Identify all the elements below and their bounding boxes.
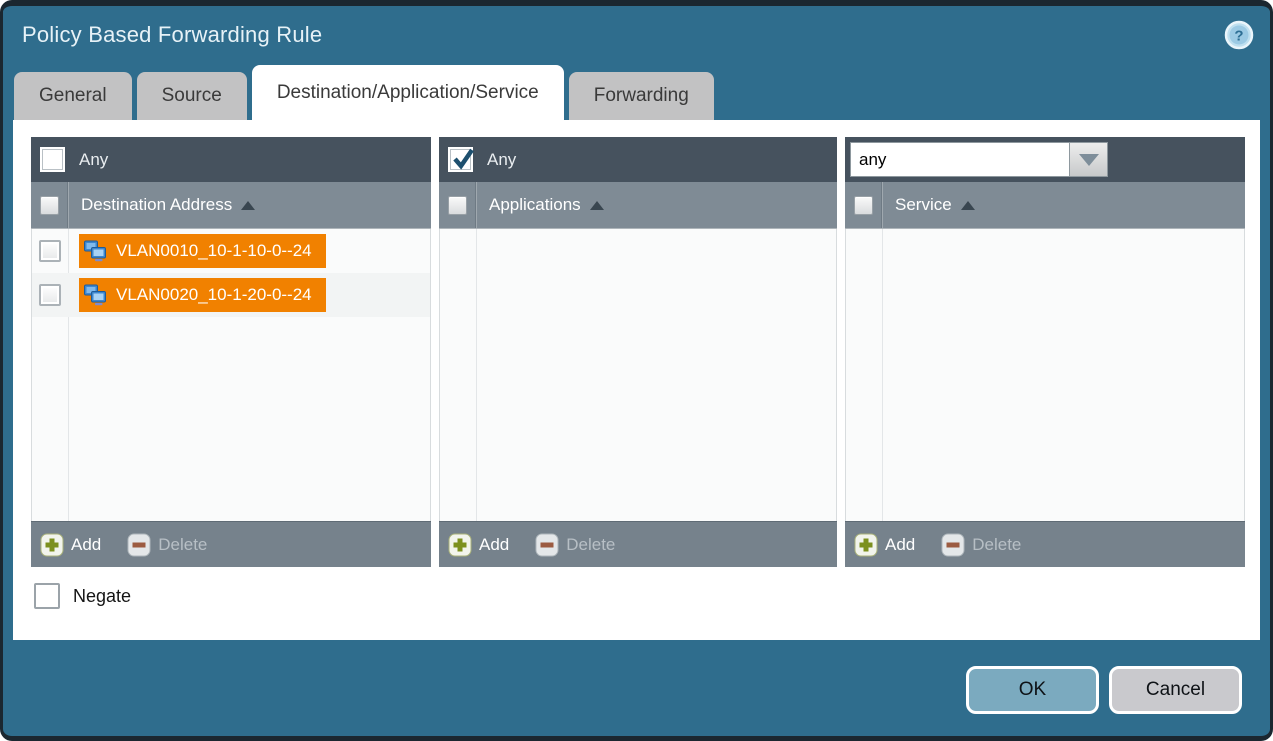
sort-ascending-icon[interactable] xyxy=(241,201,255,210)
destination-column-header: Destination Address xyxy=(31,182,431,229)
add-plus-icon xyxy=(448,533,472,557)
address-name: VLAN0020_10-1-20-0--24 xyxy=(116,285,312,305)
destination-any-label: Any xyxy=(79,150,108,170)
service-dropdown xyxy=(850,142,1108,177)
row-checkbox[interactable] xyxy=(39,240,61,262)
column-divider xyxy=(882,229,883,521)
tab-destination-application-service[interactable]: Destination/Application/Service xyxy=(252,65,564,120)
column-divider xyxy=(475,182,476,228)
ok-button[interactable]: OK xyxy=(966,666,1099,714)
service-header-label[interactable]: Service xyxy=(895,195,952,215)
service-column: Service Add xyxy=(845,137,1245,567)
delete-label: Delete xyxy=(158,535,207,555)
dialog-title: Policy Based Forwarding Rule xyxy=(22,22,322,48)
network-address-icon xyxy=(83,284,109,306)
delete-label: Delete xyxy=(566,535,615,555)
destination-any-bar: Any xyxy=(31,137,431,182)
delete-minus-icon xyxy=(535,533,559,557)
destination-address-column: Any Destination Address xyxy=(31,137,431,567)
applications-column: Any Applications xyxy=(439,137,837,567)
delete-minus-icon xyxy=(941,533,965,557)
tab-bar: General Source Destination/Application/S… xyxy=(3,64,1270,120)
destination-list-item[interactable]: VLAN0020_10-1-20-0--24 xyxy=(32,273,430,317)
column-divider xyxy=(881,182,882,228)
tab-source[interactable]: Source xyxy=(137,72,247,120)
applications-header-label[interactable]: Applications xyxy=(489,195,581,215)
applications-add-button[interactable]: Add xyxy=(448,533,509,557)
applications-select-all-checkbox[interactable] xyxy=(448,196,467,215)
service-dropdown-bar xyxy=(845,137,1245,182)
destination-list-item[interactable]: VLAN0010_10-1-10-0--24 xyxy=(32,229,430,273)
applications-column-header: Applications xyxy=(439,182,837,229)
checkmark-icon xyxy=(450,146,476,172)
service-add-button[interactable]: Add xyxy=(854,533,915,557)
address-name: VLAN0010_10-1-10-0--24 xyxy=(116,241,312,261)
sort-ascending-icon[interactable] xyxy=(590,201,604,210)
column-divider xyxy=(476,229,477,521)
negate-row: Negate xyxy=(34,583,1260,609)
address-chip[interactable]: VLAN0010_10-1-10-0--24 xyxy=(79,234,326,268)
destination-footer: Add Delete xyxy=(31,521,431,567)
applications-any-checkbox[interactable] xyxy=(448,147,473,172)
sort-ascending-icon[interactable] xyxy=(961,201,975,210)
add-label: Add xyxy=(885,535,915,555)
applications-any-label: Any xyxy=(487,150,516,170)
address-chip[interactable]: VLAN0020_10-1-20-0--24 xyxy=(79,278,326,312)
dialog-titlebar: Policy Based Forwarding Rule ? xyxy=(3,6,1270,64)
destination-add-button[interactable]: Add xyxy=(40,533,101,557)
add-label: Add xyxy=(71,535,101,555)
svg-text:?: ? xyxy=(1234,28,1243,45)
tab-general[interactable]: General xyxy=(14,72,132,120)
service-list xyxy=(845,229,1245,521)
add-plus-icon xyxy=(854,533,878,557)
add-label: Add xyxy=(479,535,509,555)
applications-delete-button[interactable]: Delete xyxy=(535,533,615,557)
destination-any-checkbox[interactable] xyxy=(40,147,65,172)
applications-footer: Add Delete xyxy=(439,521,837,567)
service-dropdown-input[interactable] xyxy=(850,142,1070,177)
service-column-header: Service xyxy=(845,182,1245,229)
add-plus-icon xyxy=(40,533,64,557)
service-footer: Add Delete xyxy=(845,521,1245,567)
destination-header-label[interactable]: Destination Address xyxy=(81,195,232,215)
destination-list: VLAN0010_10-1-10-0--24 xyxy=(31,229,431,521)
tab-forwarding[interactable]: Forwarding xyxy=(569,72,714,120)
cancel-button[interactable]: Cancel xyxy=(1109,666,1242,714)
delete-minus-icon xyxy=(127,533,151,557)
tab-panel: Any Destination Address xyxy=(13,120,1260,640)
column-divider xyxy=(67,182,68,228)
service-select-all-checkbox[interactable] xyxy=(854,196,873,215)
negate-label: Negate xyxy=(73,586,131,607)
service-dropdown-button[interactable] xyxy=(1070,142,1108,177)
dialog-button-row: OK Cancel xyxy=(3,666,1270,714)
service-delete-button[interactable]: Delete xyxy=(941,533,1021,557)
applications-list xyxy=(439,229,837,521)
destination-delete-button[interactable]: Delete xyxy=(127,533,207,557)
destination-select-all-checkbox[interactable] xyxy=(40,196,59,215)
negate-checkbox[interactable] xyxy=(34,583,60,609)
applications-any-bar: Any xyxy=(439,137,837,182)
help-icon[interactable]: ? xyxy=(1224,20,1254,50)
network-address-icon xyxy=(83,240,109,262)
policy-based-forwarding-dialog: Policy Based Forwarding Rule ? General S… xyxy=(0,0,1273,741)
columns-container: Any Destination Address xyxy=(31,137,1260,567)
dropdown-arrow-icon xyxy=(1079,154,1099,166)
delete-label: Delete xyxy=(972,535,1021,555)
row-checkbox[interactable] xyxy=(39,284,61,306)
